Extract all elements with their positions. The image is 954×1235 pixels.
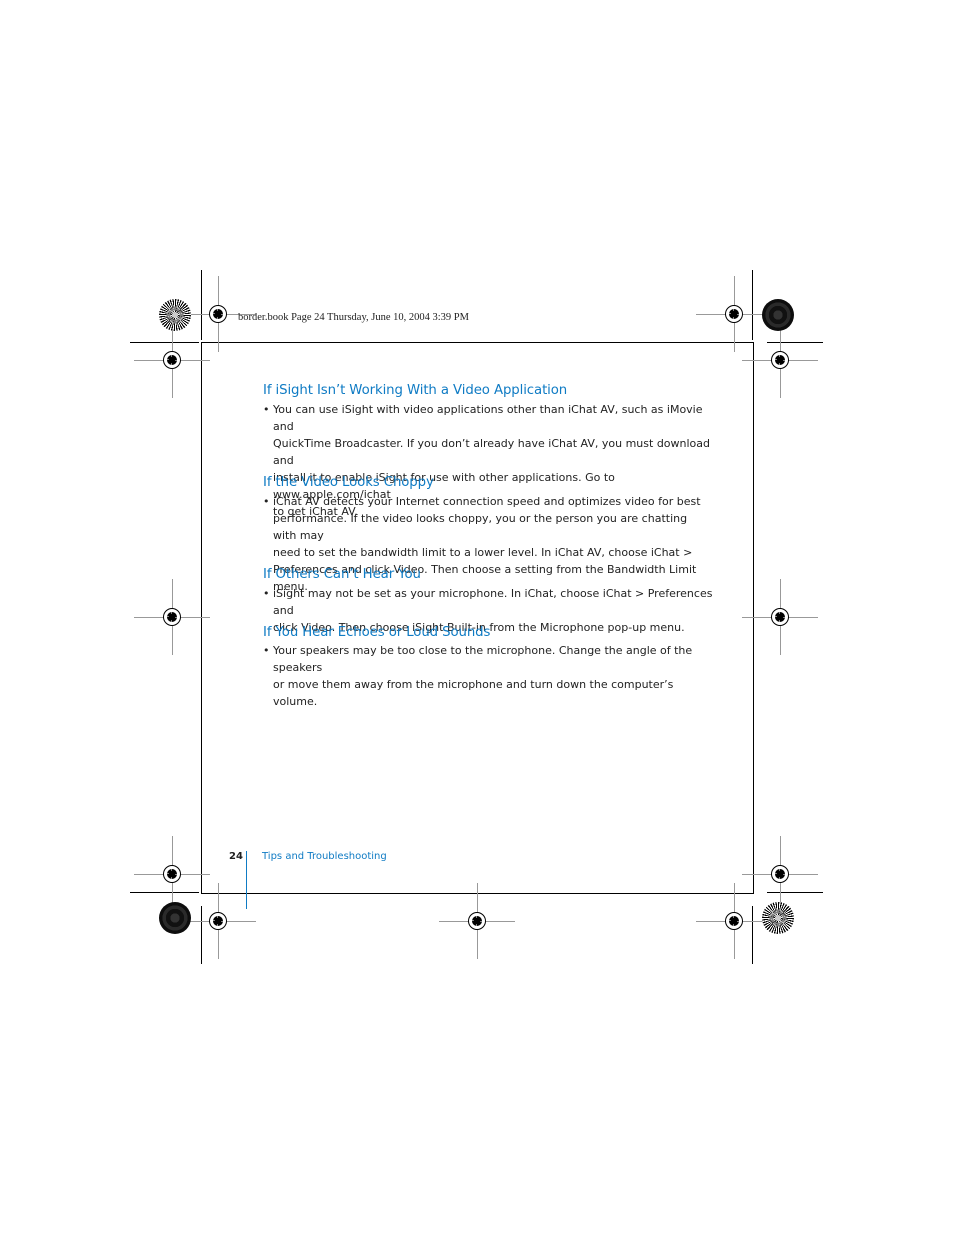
bullet-icon: • — [263, 644, 270, 657]
page-number: 24 — [229, 851, 243, 862]
section-heading: If the Video Looks Choppy — [263, 475, 434, 490]
crop-mark — [130, 342, 199, 343]
bullet-line: Your speakers may be too close to the mi… — [273, 644, 693, 674]
star-target-icon — [762, 902, 794, 934]
density-target-icon — [159, 902, 191, 934]
bullet-line: or move them away from the microphone an… — [273, 678, 674, 708]
bullet-line: QuickTime Broadcaster. If you don’t alre… — [273, 437, 711, 467]
bullet-line: iSight may not be set as your microphone… — [273, 587, 713, 617]
bullet-icon: • — [263, 495, 270, 508]
crop-mark — [201, 270, 202, 340]
section-heading: If iSight Isn’t Working With a Video App… — [263, 383, 568, 398]
crop-mark — [752, 270, 753, 340]
bullet-line: performance. If the video looks choppy, … — [273, 512, 688, 542]
bullet-line: iChat AV detects your Internet connectio… — [273, 495, 701, 508]
chapter-title: Tips and Troubleshooting — [262, 851, 387, 862]
section-heading: If You Hear Echoes or Loud Sounds — [263, 625, 491, 640]
crop-mark — [767, 892, 823, 893]
crop-mark — [130, 892, 199, 893]
crop-mark — [201, 906, 202, 964]
bullet-line: You can use iSight with video applicatio… — [273, 403, 703, 433]
crop-mark — [752, 906, 753, 964]
bullet-line: need to set the bandwidth limit to a low… — [273, 546, 693, 559]
star-target-icon — [159, 299, 191, 331]
bullet-icon: • — [263, 403, 270, 416]
section-heading: If Others Can’t Hear You — [263, 567, 421, 582]
bullet-icon: • — [263, 587, 270, 600]
slug-line: border.book Page 24 Thursday, June 10, 2… — [238, 312, 469, 323]
bullet-item: • Your speakers may be too close to the … — [263, 642, 713, 710]
footer-divider — [246, 851, 247, 909]
density-target-icon — [762, 299, 794, 331]
crop-mark — [767, 342, 823, 343]
